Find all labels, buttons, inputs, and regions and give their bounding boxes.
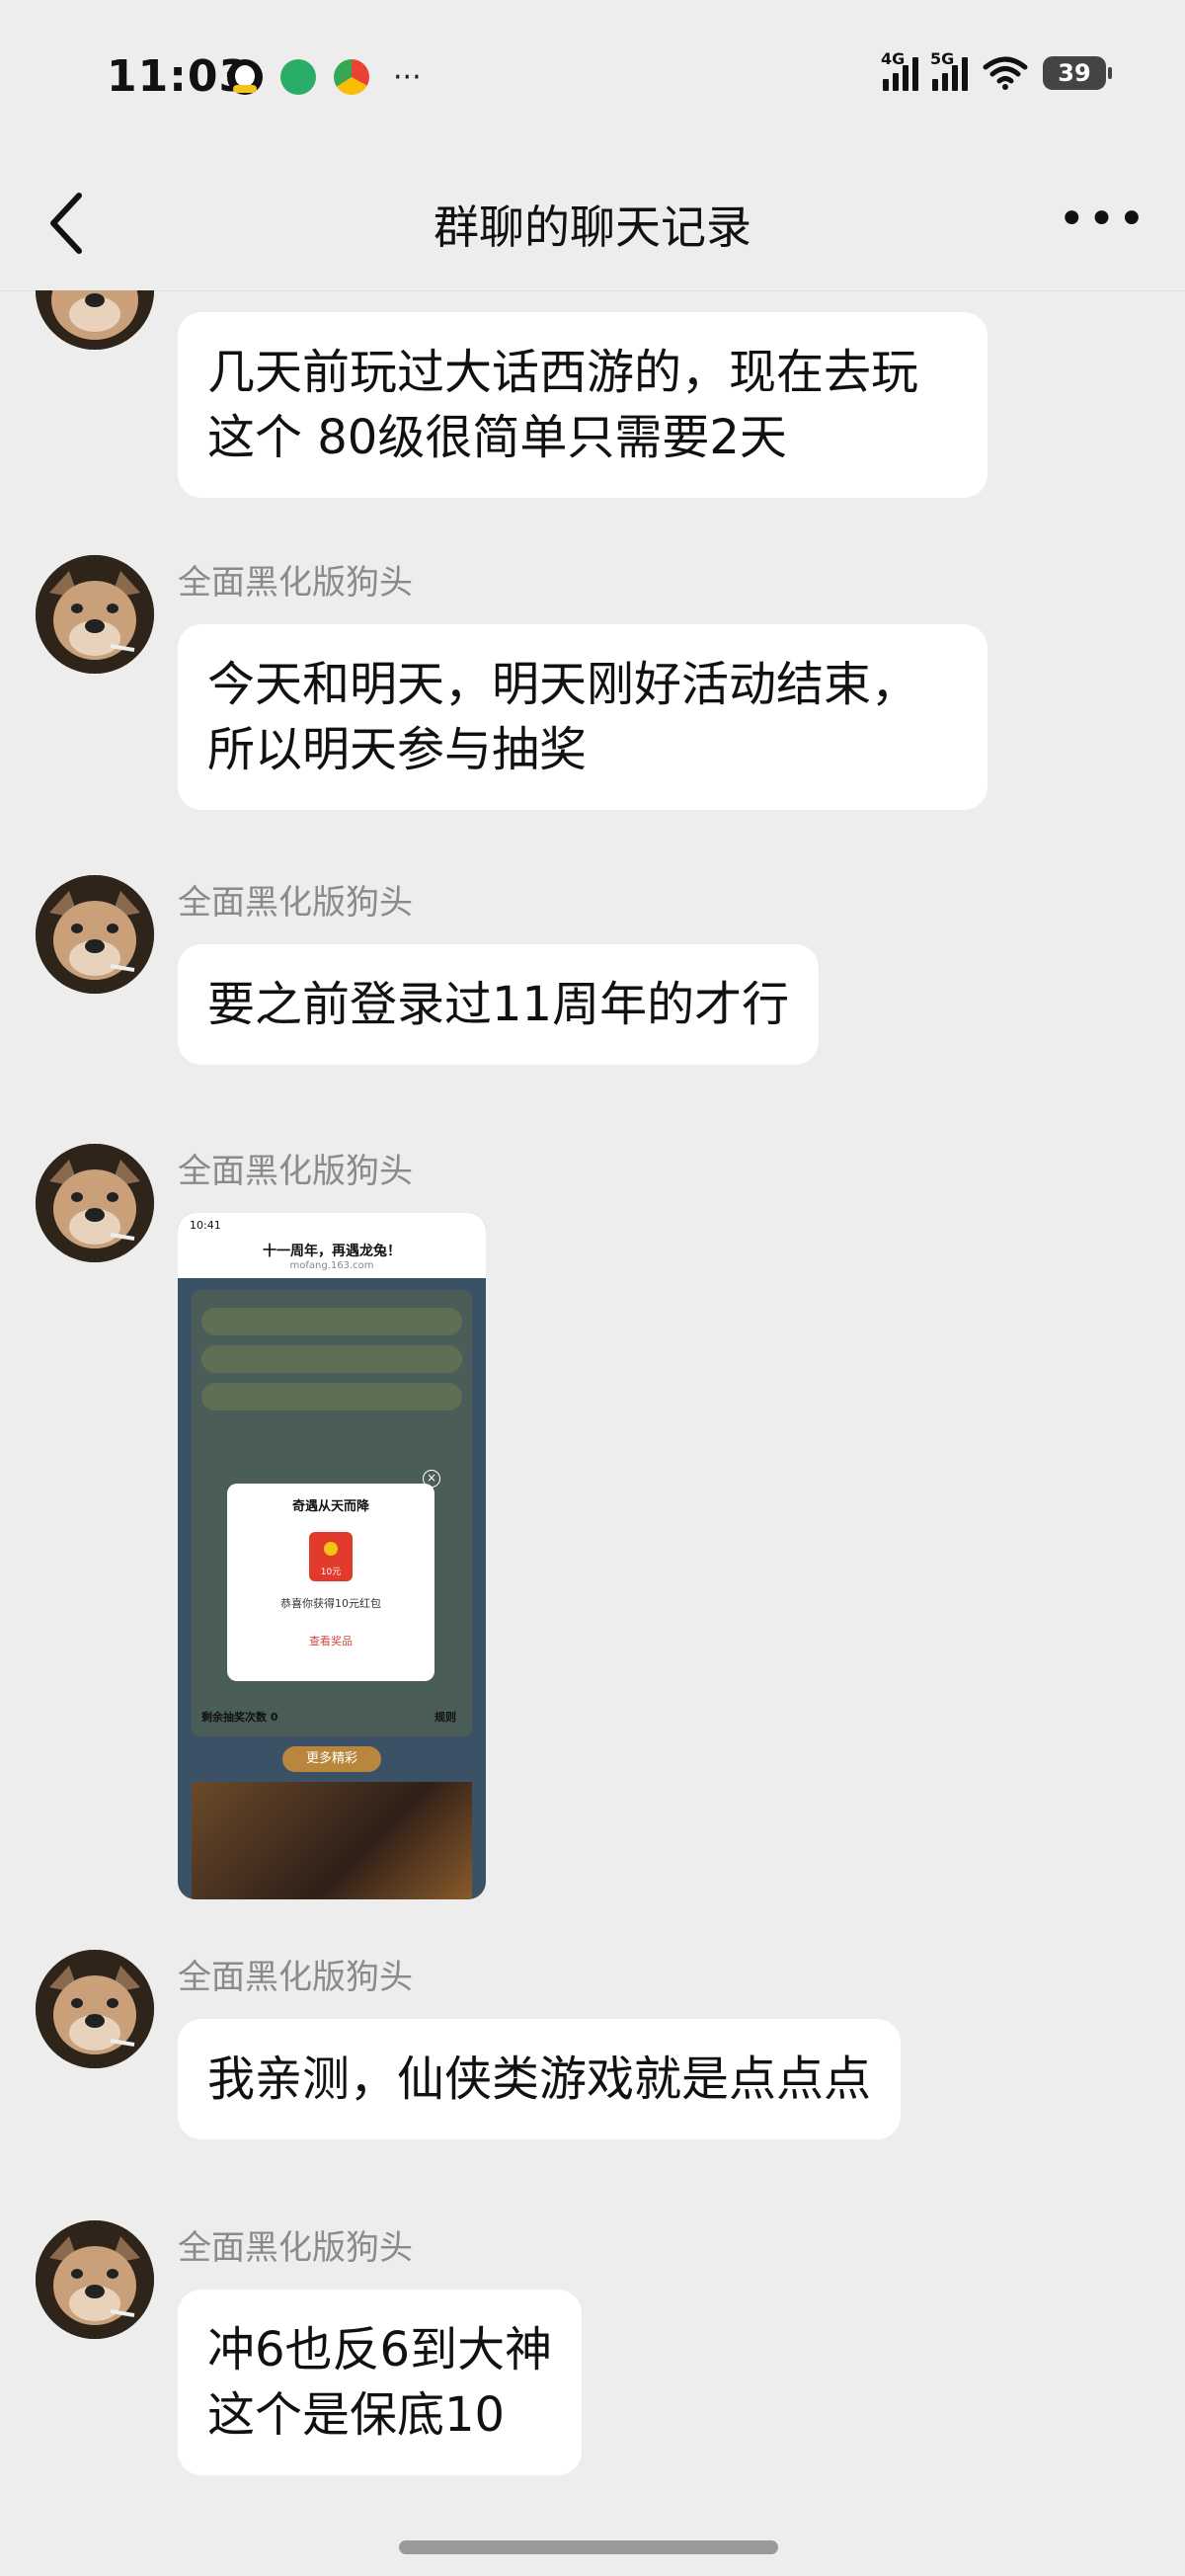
screenshot-url: mofang.163.com: [289, 1260, 374, 1271]
screenshot-rules: 规则: [434, 1711, 456, 1724]
sender-name: 全面黑化版狗头: [178, 1958, 413, 1997]
battery-indicator: 39: [1043, 56, 1112, 90]
chat-header: 群聊的聊天记录 •••: [0, 156, 1185, 291]
popup-link: 查看奖品: [309, 1635, 353, 1648]
more-options-icon[interactable]: •••: [1058, 196, 1147, 243]
screenshot-banner: [192, 1782, 472, 1899]
screenshot-title: 十一周年，再遇龙兔！: [263, 1244, 401, 1259]
wifi-icon: [983, 56, 1028, 90]
popup-close-icon: ×: [423, 1470, 440, 1488]
avatar[interactable]: [36, 1144, 154, 1262]
browser-icon: [334, 59, 369, 95]
red-packet-icon: 10元: [309, 1532, 353, 1581]
page-title: 群聊的聊天记录: [434, 201, 751, 254]
popup-text: 恭喜你获得10元红包: [280, 1597, 381, 1610]
signal-4g-icon: 4G: [881, 49, 918, 91]
signal-5g-icon: 5G: [930, 49, 968, 91]
message-bubble[interactable]: 冲6也反6到大神 这个是保底10: [178, 2290, 583, 2475]
qq-icon: [227, 59, 263, 95]
avatar[interactable]: [36, 555, 154, 674]
sender-name: 全面黑化版狗头: [178, 883, 413, 923]
message-bubble[interactable]: 今天和明天，明天刚好活动结束， 所以明天参与抽奖: [178, 624, 988, 810]
message-bubble[interactable]: 几天前玩过大话西游的，现在去玩 这个 80级很简单只需要2天: [178, 312, 988, 498]
message-bubble[interactable]: 我亲测，仙侠类游戏就是点点点: [178, 2019, 902, 2139]
popup-title: 奇遇从天而降: [291, 1499, 369, 1514]
screenshot-header: 十一周年，再遇龙兔！ mofang.163.com: [178, 1237, 486, 1278]
message-list[interactable]: 几天前玩过大话西游的，现在去玩 这个 80级很简单只需要2天 全面黑化版狗头 今…: [0, 290, 1185, 2518]
screenshot-section: 更多精彩: [282, 1746, 381, 1772]
popup-amount: 10元: [320, 1568, 342, 1577]
home-indicator[interactable]: [399, 2540, 778, 2554]
image-message[interactable]: 10:41 十一周年，再遇龙兔！ mofang.163.com 剩余抽奖次数 0…: [178, 1213, 486, 1899]
more-notifications-icon: ···: [393, 59, 422, 95]
avatar[interactable]: [36, 875, 154, 994]
status-right: 4G 5G 39: [881, 49, 1112, 91]
avatar[interactable]: [36, 1950, 154, 2068]
avatar[interactable]: [36, 290, 154, 350]
avatar[interactable]: [36, 2220, 154, 2339]
notification-icons: ···: [227, 59, 422, 95]
message-bubble[interactable]: 要之前登录过11周年的才行: [178, 944, 820, 1065]
sender-name: 全面黑化版狗头: [178, 2228, 413, 2268]
screenshot-remaining: 剩余抽奖次数 0: [201, 1711, 278, 1724]
sender-name: 全面黑化版狗头: [178, 563, 413, 603]
reward-popup: 奇遇从天而降 10元 恭喜你获得10元红包 查看奖品 ×: [227, 1470, 440, 1681]
wechat-icon: [280, 59, 316, 95]
screenshot-time: 10:41: [190, 1219, 221, 1232]
sender-name: 全面黑化版狗头: [178, 1152, 413, 1191]
screenshot-statusbar: 10:41: [178, 1213, 486, 1237]
status-bar: 11:03 ··· 4G 5G 39: [0, 0, 1185, 156]
